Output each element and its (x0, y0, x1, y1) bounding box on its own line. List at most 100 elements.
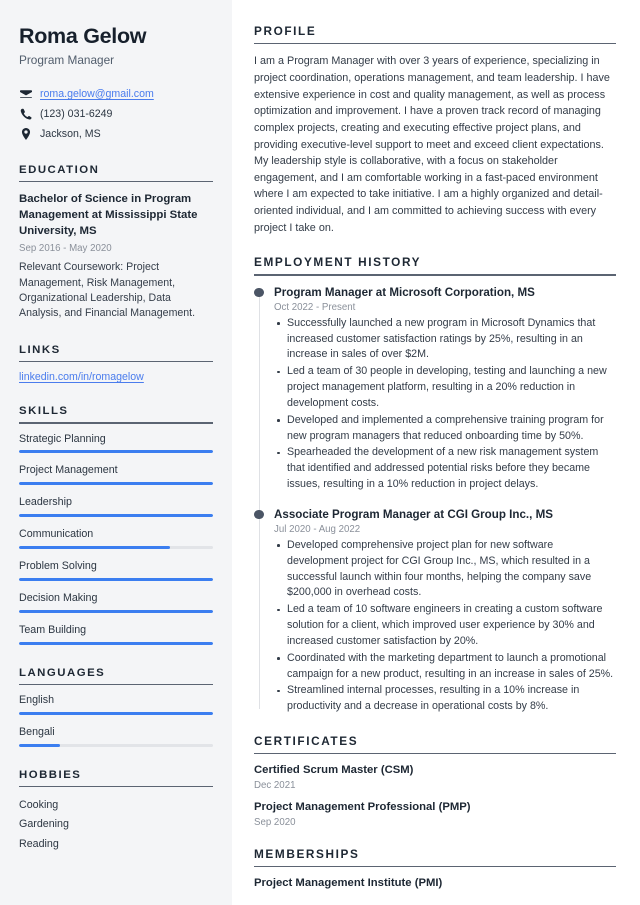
section-education-title: EDUCATION (19, 163, 100, 176)
skill-label: Team Building (19, 623, 87, 636)
section-languages-title: LANGUAGES (19, 666, 106, 679)
language-bar-fill (19, 712, 213, 716)
divider (254, 865, 616, 868)
skill-bar-track (19, 578, 213, 582)
candidate-name: Roma Gelow (19, 24, 147, 48)
divider (254, 274, 616, 276)
skill-label: Communication (19, 528, 94, 541)
skills-list: Strategic Planning Project Management Le… (19, 433, 213, 645)
language-item: Bengali (19, 726, 213, 748)
divider (19, 786, 213, 788)
skill-item: Communication (19, 528, 213, 550)
education-degree: Bachelor of Science in Program Managemen… (19, 193, 198, 238)
hobby-item: Cooking (19, 799, 59, 812)
divider (19, 683, 213, 686)
certificate-name: Project Management Professional (PMP) (254, 801, 471, 814)
language-bar-fill (19, 744, 60, 748)
certificate-name: Certified Scrum Master (CSM) (254, 764, 414, 777)
employment-bullet: Developed comprehensive project plan for… (274, 538, 616, 601)
sidebar: Roma Gelow Program Manager roma.gelow@gm… (0, 0, 232, 905)
employment-bullet: Successfully launched a new program in M… (274, 316, 616, 363)
languages-list: English Bengali (19, 694, 213, 748)
skill-label: Problem Solving (19, 560, 97, 573)
section-memberships: MEMBERSHIPS Project Management Institute… (254, 847, 616, 891)
timeline-dot-icon (254, 509, 264, 520)
language-bar-track (19, 712, 213, 716)
employment-bullet: Streamlined internal processes, resultin… (274, 683, 616, 715)
skill-item: Project Management (19, 464, 213, 486)
language-label: Bengali (19, 726, 55, 739)
divider (254, 753, 616, 755)
language-label: English (19, 694, 55, 707)
skill-bar-track (19, 482, 213, 486)
profile-text: I am a Program Manager with over 3 years… (254, 55, 610, 234)
phone-icon (19, 108, 32, 120)
skill-bar-fill (19, 578, 213, 582)
skill-label: Leadership (19, 496, 72, 509)
certificate-item: Project Management Professional (PMP) Se… (254, 800, 616, 828)
divider (254, 43, 616, 45)
section-hobbies-title: HOBBIES (19, 769, 82, 782)
employment-bullets: Developed comprehensive project plan for… (274, 538, 616, 715)
skill-bar-track (19, 546, 213, 550)
section-languages: LANGUAGES English Bengali (19, 666, 213, 748)
skill-bar-track (19, 450, 213, 454)
employment-item: Associate Program Manager at CGI Group I… (254, 507, 616, 715)
skill-bar-fill (19, 641, 213, 645)
employment-bullet: Led a team of 10 software engineers in c… (274, 602, 616, 649)
skill-bar-track (19, 641, 213, 645)
main-column: PROFILE I am a Program Manager with over… (232, 0, 640, 905)
skill-item: Strategic Planning (19, 433, 213, 454)
employment-bullet: Developed and implemented a comprehensiv… (274, 413, 616, 445)
contact-email-row[interactable]: roma.gelow@gmail.com (19, 87, 213, 102)
employment-dates: Oct 2022 - Present (274, 301, 356, 313)
envelope-icon (19, 88, 32, 100)
skill-bar-fill (19, 482, 213, 486)
section-links-title: LINKS (19, 343, 61, 356)
section-certificates-title: CERTIFICATES (254, 734, 359, 748)
certificate-item: Certified Scrum Master (CSM) Dec 2021 (254, 763, 616, 791)
section-profile-title: PROFILE (254, 24, 317, 38)
employment-title: Associate Program Manager at CGI Group I… (274, 507, 553, 521)
location-pin-icon (19, 128, 32, 141)
section-memberships-title: MEMBERSHIPS (254, 846, 360, 861)
language-item: English (19, 694, 213, 716)
skill-item: Decision Making (19, 592, 213, 613)
employment-item: Program Manager at Microsoft Corporation… (254, 285, 616, 493)
contact-email-text[interactable]: roma.gelow@gmail.com (40, 88, 154, 101)
employment-bullets: Successfully launched a new program in M… (274, 316, 616, 493)
timeline-dot-icon (254, 287, 264, 298)
skill-bar-track (19, 609, 213, 613)
certificate-date: Sep 2020 (254, 816, 296, 828)
skill-label: Project Management (19, 464, 118, 477)
contact-location-text: Jackson, MS (40, 127, 101, 140)
contact-phone-text: (123) 031-6249 (40, 107, 113, 120)
employment-dates: Jul 2020 - Aug 2022 (274, 523, 361, 535)
contact-list: roma.gelow@gmail.com (123) 031-6249 Jack… (19, 87, 213, 142)
membership-name: Project Management Institute (PMI) (254, 877, 443, 890)
employment-bullet: Spearheaded the development of a new ris… (274, 445, 616, 492)
skill-item: Leadership (19, 496, 213, 518)
links-list: linkedin.com/in/romagelow (19, 371, 213, 383)
education-item: Bachelor of Science in Program Managemen… (19, 191, 213, 322)
hobby-item: Reading (19, 837, 59, 850)
section-employment-history: EMPLOYMENT HISTORY Program Manager at Mi… (254, 255, 616, 715)
skill-bar-fill (19, 514, 213, 518)
skill-label: Strategic Planning (19, 432, 106, 445)
candidate-job-title: Program Manager (19, 52, 115, 67)
divider (19, 180, 213, 183)
certificate-date: Dec 2021 (254, 780, 296, 792)
hobby-item: Gardening (19, 818, 69, 831)
skill-bar-fill (19, 450, 213, 454)
employment-timeline: Program Manager at Microsoft Corporation… (254, 285, 616, 715)
link-linkedin[interactable]: linkedin.com/in/romagelow (19, 371, 213, 383)
education-description: Relevant Coursework: Project Management,… (19, 261, 196, 320)
section-skills-title: SKILLS (19, 405, 69, 418)
section-profile: PROFILE I am a Program Manager with over… (254, 24, 616, 236)
section-hobbies: HOBBIES Cooking Gardening Reading (19, 769, 213, 854)
skill-bar-track (19, 514, 213, 518)
divider (19, 360, 213, 363)
contact-phone-row[interactable]: (123) 031-6249 (19, 107, 213, 122)
section-employment-title: EMPLOYMENT HISTORY (254, 255, 422, 270)
hobbies-list: Cooking Gardening Reading (19, 796, 213, 853)
